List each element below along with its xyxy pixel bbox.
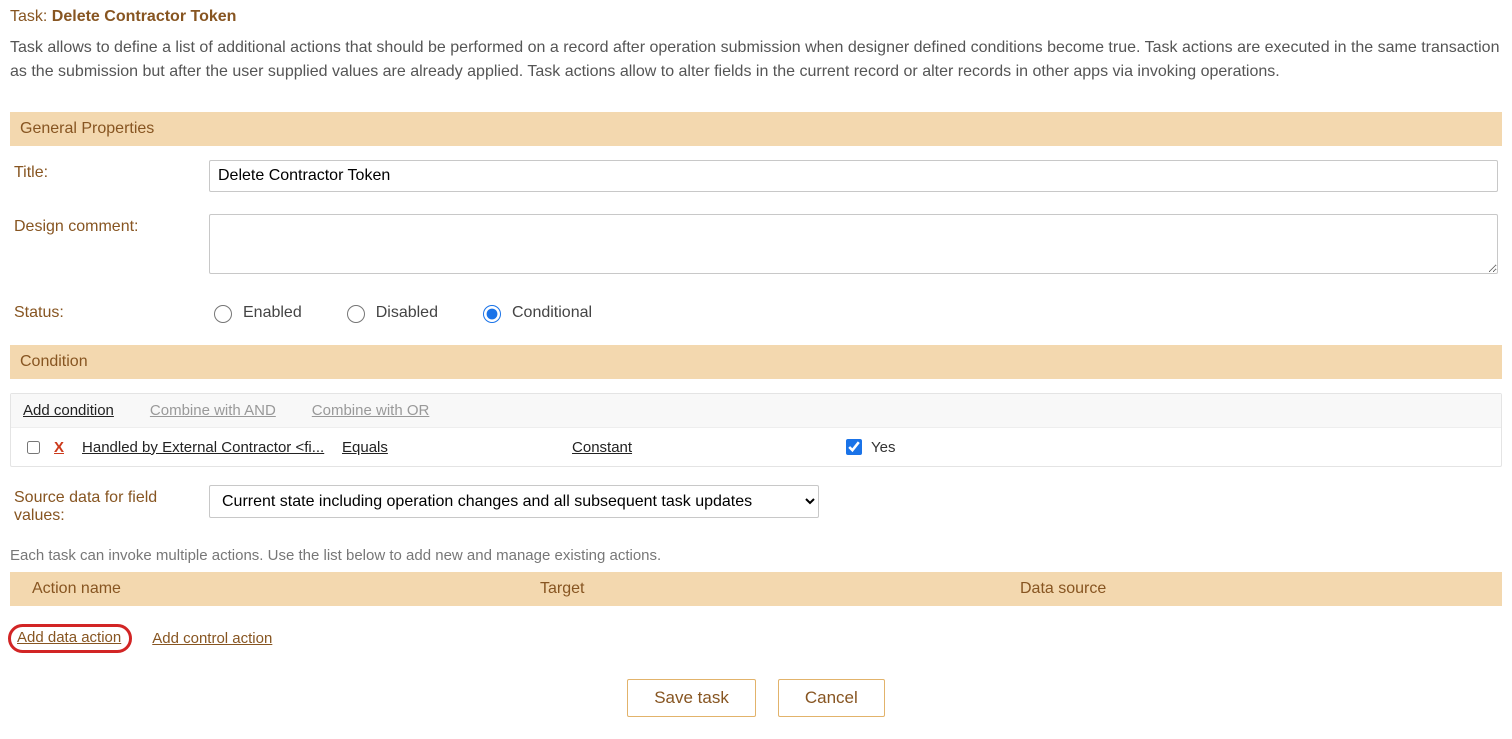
status-conditional-label: Conditional — [512, 304, 592, 322]
label-status: Status: — [14, 300, 209, 322]
condition-row: X Handled by External Contractor <fi... … — [11, 428, 1501, 466]
label-source-data: Source data for field values: — [14, 485, 209, 525]
source-data-select[interactable]: Current state including operation change… — [209, 485, 819, 518]
combine-or-link[interactable]: Combine with OR — [312, 402, 430, 419]
actions-hint: Each task can invoke multiple actions. U… — [10, 547, 1502, 564]
add-data-action-link[interactable]: Add data action — [17, 629, 121, 646]
condition-field[interactable]: Handled by External Contractor <fi... — [82, 439, 342, 456]
label-design-comment: Design comment: — [14, 214, 209, 236]
status-disabled-radio[interactable] — [347, 305, 365, 323]
section-general-properties: General Properties — [10, 112, 1502, 146]
task-description: Task allows to define a list of addition… — [10, 36, 1502, 84]
status-conditional-option[interactable]: Conditional — [478, 302, 592, 323]
condition-value-checkbox[interactable] — [846, 439, 862, 455]
label-title: Title: — [14, 160, 209, 182]
status-radio-group: Enabled Disabled Conditional — [209, 300, 1498, 323]
task-header: Task: Delete Contractor Token — [10, 8, 1502, 26]
status-disabled-label: Disabled — [376, 304, 438, 322]
actions-col-target: Target — [540, 580, 1020, 598]
actions-col-name: Action name — [20, 580, 540, 598]
add-condition-link[interactable]: Add condition — [23, 402, 114, 419]
condition-editor: Add condition Combine with AND Combine w… — [10, 393, 1502, 467]
task-prefix: Task: — [10, 8, 52, 25]
condition-select-checkbox[interactable] — [27, 441, 40, 454]
section-condition: Condition — [10, 345, 1502, 379]
actions-col-source: Data source — [1020, 580, 1492, 598]
highlight-add-data-action: Add data action — [8, 624, 132, 653]
design-comment-input[interactable] — [209, 214, 1498, 274]
condition-value-type[interactable]: Constant — [572, 439, 842, 456]
status-enabled-option[interactable]: Enabled — [209, 302, 302, 323]
combine-and-link[interactable]: Combine with AND — [150, 402, 276, 419]
cancel-button[interactable]: Cancel — [778, 679, 885, 717]
status-disabled-option[interactable]: Disabled — [342, 302, 438, 323]
add-actions-row: Add data action Add control action — [8, 624, 1502, 653]
condition-toolbar: Add condition Combine with AND Combine w… — [11, 394, 1501, 428]
status-enabled-label: Enabled — [243, 304, 302, 322]
status-enabled-radio[interactable] — [214, 305, 232, 323]
actions-table-header: Action name Target Data source — [10, 572, 1502, 606]
button-row: Save task Cancel — [10, 679, 1502, 717]
status-conditional-radio[interactable] — [483, 305, 501, 323]
save-task-button[interactable]: Save task — [627, 679, 756, 717]
title-input[interactable] — [209, 160, 1498, 192]
add-control-action-link[interactable]: Add control action — [152, 630, 272, 647]
condition-value-label: Yes — [871, 439, 895, 456]
task-title: Delete Contractor Token — [52, 8, 237, 25]
condition-value[interactable]: Yes — [842, 436, 895, 458]
condition-delete-button[interactable]: X — [54, 439, 64, 456]
condition-operator[interactable]: Equals — [342, 439, 572, 456]
